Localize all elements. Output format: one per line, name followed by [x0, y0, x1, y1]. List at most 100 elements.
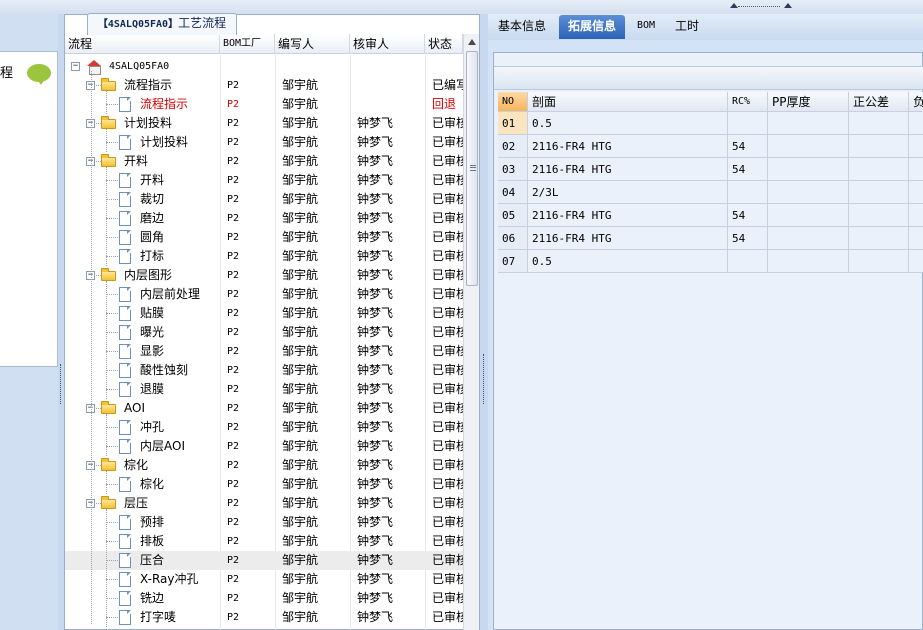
- pp-thickness-cell[interactable]: [768, 112, 849, 135]
- tree-row[interactable]: 酸性蚀刻 P2 邹宇航 钟梦飞 已审核: [65, 361, 463, 380]
- ext-row[interactable]: 02 2116-FR4 HTG 54: [498, 135, 923, 158]
- no-cell[interactable]: 03: [498, 158, 528, 181]
- tree-row[interactable]: 铣边 P2 邹宇航 钟梦飞 已审核: [65, 589, 463, 608]
- column-header-positive-tolerance[interactable]: 正公差: [849, 92, 909, 112]
- negative-tolerance-cell[interactable]: [909, 227, 923, 250]
- middle-splitter[interactable]: [480, 14, 488, 630]
- pp-thickness-cell[interactable]: [768, 135, 849, 158]
- no-cell[interactable]: 04: [498, 181, 528, 204]
- ext-row[interactable]: 01 0.5: [498, 112, 923, 135]
- tree-row[interactable]: − 棕化 P2 邹宇航 钟梦飞 已审核: [65, 456, 463, 475]
- scrollbar-thumb[interactable]: [466, 51, 478, 286]
- tree-root-row[interactable]: − 4SALQ05FA0: [65, 57, 463, 76]
- pp-thickness-cell[interactable]: [768, 250, 849, 273]
- positive-tolerance-cell[interactable]: [849, 158, 909, 181]
- tree-row[interactable]: 裁切 P2 邹宇航 钟梦飞 已审核: [65, 190, 463, 209]
- tree-row[interactable]: 预排 P2 邹宇航 钟梦飞 已审核: [65, 513, 463, 532]
- positive-tolerance-cell[interactable]: [849, 112, 909, 135]
- tree-row[interactable]: − 流程指示 P2 邹宇航 已编写: [65, 76, 463, 95]
- tree-row[interactable]: − 内层图形 P2 邹宇航 钟梦飞 已审核: [65, 266, 463, 285]
- no-cell[interactable]: 07: [498, 250, 528, 273]
- tab-basic-info[interactable]: 基本信息: [490, 15, 554, 39]
- rc-cell[interactable]: 54: [728, 227, 768, 250]
- tree-row[interactable]: 开料 P2 邹宇航 钟梦飞 已审核: [65, 171, 463, 190]
- tree-row[interactable]: 贴膜 P2 邹宇航 钟梦飞 已审核: [65, 304, 463, 323]
- column-header-reviewer[interactable]: 核审人: [350, 34, 425, 54]
- rc-cell[interactable]: 54: [728, 158, 768, 181]
- pp-thickness-cell[interactable]: [768, 158, 849, 181]
- negative-tolerance-cell[interactable]: [909, 135, 923, 158]
- column-header-rc[interactable]: RC%: [728, 92, 768, 112]
- rc-cell[interactable]: [728, 181, 768, 204]
- tree-row[interactable]: − 计划投料 P2 邹宇航 钟梦飞 已审核: [65, 114, 463, 133]
- tree-row[interactable]: 计划投料 P2 邹宇航 钟梦飞 已审核: [65, 133, 463, 152]
- ext-row[interactable]: 03 2116-FR4 HTG 54: [498, 158, 923, 181]
- ext-row[interactable]: 07 0.5: [498, 250, 923, 273]
- tab-extended-info[interactable]: 拓展信息: [559, 15, 625, 39]
- section-cell[interactable]: 2/3L: [528, 181, 728, 204]
- column-header-process[interactable]: 流程: [65, 34, 220, 54]
- section-cell[interactable]: 2116-FR4 HTG: [528, 158, 728, 181]
- tab-work-hours[interactable]: 工时: [669, 15, 705, 39]
- no-cell[interactable]: 06: [498, 227, 528, 250]
- pp-thickness-cell[interactable]: [768, 181, 849, 204]
- column-header-bom-factory[interactable]: BOM工厂: [220, 34, 275, 54]
- positive-tolerance-cell[interactable]: [849, 135, 909, 158]
- column-header-section[interactable]: 剖面: [528, 92, 728, 112]
- tree-row[interactable]: 磨边 P2 邹宇航 钟梦飞 已审核: [65, 209, 463, 228]
- tree-row[interactable]: 内层前处理 P2 邹宇航 钟梦飞 已审核: [65, 285, 463, 304]
- tree-row[interactable]: 流程指示 P2 邹宇航 回退: [65, 95, 463, 114]
- tree-row[interactable]: 显影 P2 邹宇航 钟梦飞 已审核: [65, 342, 463, 361]
- collapse-toggle-icon[interactable]: −: [71, 62, 80, 71]
- section-cell[interactable]: 0.5: [528, 112, 728, 135]
- tree-row[interactable]: 圆角 P2 邹宇航 钟梦飞 已审核: [65, 228, 463, 247]
- rc-cell[interactable]: 54: [728, 204, 768, 227]
- tree-row[interactable]: 打标 P2 邹宇航 钟梦飞 已审核: [65, 247, 463, 266]
- ext-row[interactable]: 06 2116-FR4 HTG 54: [498, 227, 923, 250]
- collapse-up-arrow-icon[interactable]: [730, 3, 738, 8]
- column-header-negative-tolerance[interactable]: 负: [909, 92, 923, 112]
- pp-thickness-cell[interactable]: [768, 204, 849, 227]
- positive-tolerance-cell[interactable]: [849, 227, 909, 250]
- section-cell[interactable]: 0.5: [528, 250, 728, 273]
- no-cell[interactable]: 01: [498, 112, 528, 135]
- positive-tolerance-cell[interactable]: [849, 250, 909, 273]
- no-cell[interactable]: 05: [498, 204, 528, 227]
- tree-row[interactable]: 棕化 P2 邹宇航 钟梦飞 已审核: [65, 475, 463, 494]
- tree-row[interactable]: 排板 P2 邹宇航 钟梦飞 已审核: [65, 532, 463, 551]
- splitter-grip[interactable]: [60, 364, 62, 404]
- splitter-grip[interactable]: [738, 6, 780, 12]
- rc-cell[interactable]: [728, 112, 768, 135]
- section-cell[interactable]: 2116-FR4 HTG: [528, 204, 728, 227]
- vertical-scrollbar[interactable]: [463, 34, 479, 630]
- positive-tolerance-cell[interactable]: [849, 181, 909, 204]
- rc-cell[interactable]: [728, 250, 768, 273]
- speech-bubble-icon[interactable]: [27, 64, 51, 85]
- column-header-status[interactable]: 状态: [425, 34, 463, 54]
- tree-row[interactable]: 压合 P2 邹宇航 钟梦飞 已审核: [65, 551, 463, 570]
- column-header-pp-thickness[interactable]: PP厚度: [768, 92, 849, 112]
- negative-tolerance-cell[interactable]: [909, 158, 923, 181]
- tree-row[interactable]: − 开料 P2 邹宇航 钟梦飞 已审核: [65, 152, 463, 171]
- tree-row[interactable]: 退膜 P2 邹宇航 钟梦飞 已审核: [65, 380, 463, 399]
- tree-row[interactable]: X-Ray冲孔 P2 邹宇航 钟梦飞 已审核: [65, 570, 463, 589]
- no-cell[interactable]: 02: [498, 135, 528, 158]
- tree-row[interactable]: − 层压 P2 邹宇航 钟梦飞 已审核: [65, 494, 463, 513]
- splitter-grip[interactable]: [483, 354, 485, 404]
- ext-row[interactable]: 04 2/3L: [498, 181, 923, 204]
- rc-cell[interactable]: 54: [728, 135, 768, 158]
- section-cell[interactable]: 2116-FR4 HTG: [528, 227, 728, 250]
- collapse-up-arrow-icon[interactable]: [784, 3, 792, 8]
- negative-tolerance-cell[interactable]: [909, 181, 923, 204]
- column-header-writer[interactable]: 编写人: [275, 34, 350, 54]
- negative-tolerance-cell[interactable]: [909, 250, 923, 273]
- tree-row[interactable]: − AOI P2 邹宇航 钟梦飞 已审核: [65, 399, 463, 418]
- tree-row[interactable]: 打字唛 P2 邹宇航 钟梦飞 已审核: [65, 608, 463, 627]
- process-panel-tab[interactable]: 【4SALQ05FA0】工艺流程: [87, 13, 237, 35]
- positive-tolerance-cell[interactable]: [849, 204, 909, 227]
- nav-item-box[interactable]: 程: [0, 51, 58, 367]
- column-header-no[interactable]: NO: [498, 92, 528, 112]
- tab-bom[interactable]: BOM: [628, 15, 664, 39]
- pp-thickness-cell[interactable]: [768, 227, 849, 250]
- negative-tolerance-cell[interactable]: [909, 112, 923, 135]
